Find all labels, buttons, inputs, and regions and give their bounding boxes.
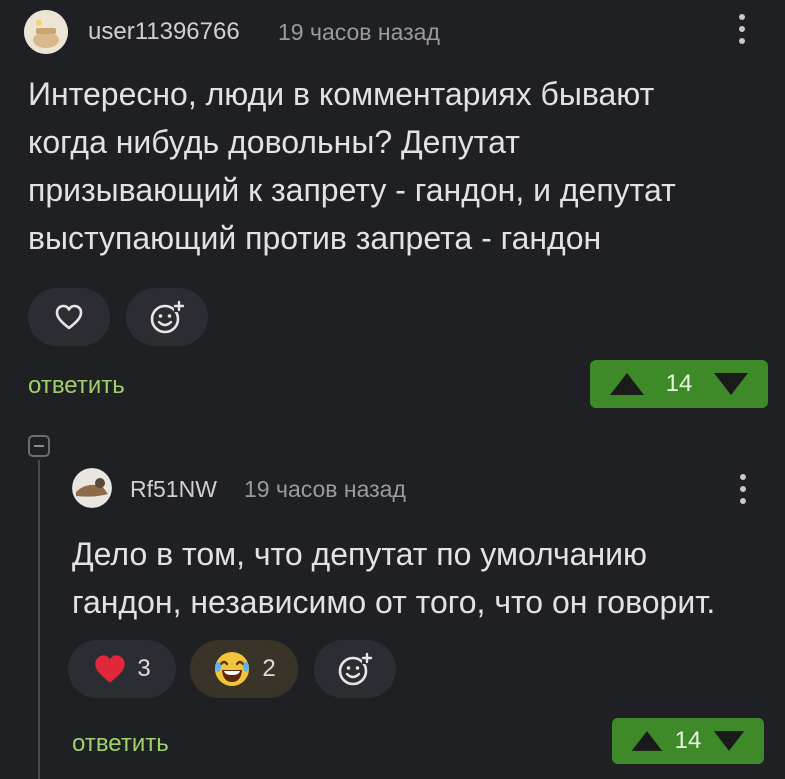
more-icon[interactable] (739, 474, 747, 504)
laugh-reaction-button[interactable]: 2 (190, 640, 298, 698)
text-line: когда нибудь довольны? Депутат (28, 124, 520, 160)
like-button[interactable] (28, 288, 110, 346)
downvote-icon[interactable] (712, 729, 746, 753)
collapse-icon[interactable] (28, 435, 50, 457)
reaction-count: 3 (137, 655, 151, 682)
laugh-emoji-icon (215, 652, 250, 686)
upvote-icon[interactable] (608, 371, 646, 397)
timestamp: 19 часов назад (278, 19, 440, 45)
comment-text: Интересно, люди в комментариях бывают ко… (28, 70, 676, 262)
avatar[interactable] (24, 10, 68, 54)
username[interactable]: Rf51NW (130, 476, 217, 503)
username[interactable]: user11396766 (88, 18, 240, 46)
text-line: призывающий к запрету - гандон, и депута… (28, 172, 676, 208)
add-reaction-button[interactable] (126, 288, 208, 346)
text-line: Интересно, люди в комментариях бывают (28, 76, 655, 112)
thread-line (38, 460, 40, 779)
avatar[interactable] (72, 468, 112, 508)
heart-icon (95, 655, 126, 683)
text-line: Дело в том, что депутат по умолчанию (72, 536, 648, 572)
reply-button[interactable]: ответить (72, 730, 169, 758)
rating-count: 14 (674, 727, 702, 754)
more-icon[interactable] (738, 14, 746, 44)
rating-widget: 14 (612, 718, 764, 764)
downvote-icon[interactable] (712, 371, 750, 397)
add-reaction-icon (338, 652, 374, 686)
timestamp: 19 часов назад (244, 476, 406, 502)
upvote-icon[interactable] (630, 729, 664, 753)
like-button[interactable]: 3 (68, 640, 176, 698)
heart-icon (55, 304, 83, 330)
rating-count: 14 (665, 370, 693, 397)
reply-button[interactable]: ответить (28, 372, 125, 400)
text-line: выступающий против запрета - гандон (28, 220, 602, 256)
text-line: гандон, независимо от того, что он говор… (72, 584, 716, 620)
add-reaction-button[interactable] (314, 640, 396, 698)
reaction-count: 2 (262, 655, 276, 682)
comment-text: Дело в том, что депутат по умолчанию ган… (72, 530, 715, 626)
add-reaction-icon (150, 300, 186, 334)
rating-widget: 14 (590, 360, 768, 408)
